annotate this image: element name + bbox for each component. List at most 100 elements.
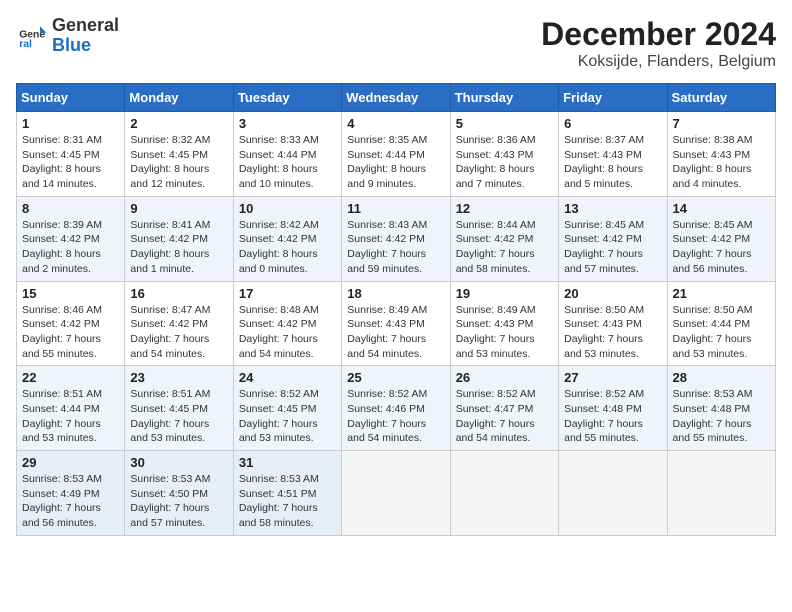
day-number: 21	[673, 286, 770, 301]
calendar-cell	[559, 451, 667, 536]
calendar-cell: 3Sunrise: 8:33 AMSunset: 4:44 PMDaylight…	[233, 112, 341, 197]
day-info: Sunrise: 8:48 AMSunset: 4:42 PMDaylight:…	[239, 303, 336, 362]
calendar-cell: 29 Sunrise: 8:53 AMSunset: 4:49 PMDayligh…	[17, 451, 125, 536]
day-number: 14	[673, 201, 770, 216]
calendar-cell: 9Sunrise: 8:41 AMSunset: 4:42 PMDaylight…	[125, 196, 233, 281]
calendar-cell: 27 Sunrise: 8:52 AMSunset: 4:48 PMDayligh…	[559, 366, 667, 451]
calendar-cell: 13 Sunrise: 8:45 AMSunset: 4:42 PMDayligh…	[559, 196, 667, 281]
logo-text: General Blue	[52, 16, 119, 56]
calendar-subtitle: Koksijde, Flanders, Belgium	[541, 53, 776, 71]
day-info: Sunrise: 8:44 AMSunset: 4:42 PMDaylight:…	[456, 218, 553, 277]
calendar-cell	[667, 451, 775, 536]
calendar-cell: 14 Sunrise: 8:45 AMSunset: 4:42 PMDayligh…	[667, 196, 775, 281]
day-number: 28	[673, 370, 770, 385]
day-number: 23	[130, 370, 227, 385]
calendar-title: December 2024	[541, 16, 776, 53]
day-number: 20	[564, 286, 661, 301]
day-info: Sunrise: 8:49 AMSunset: 4:43 PMDaylight:…	[347, 303, 444, 362]
calendar-cell: 22 Sunrise: 8:51 AMSunset: 4:44 PMDayligh…	[17, 366, 125, 451]
day-number: 13	[564, 201, 661, 216]
day-info: Sunrise: 8:53 AMSunset: 4:51 PMDaylight:…	[239, 472, 336, 531]
calendar-cell: 1Sunrise: 8:31 AMSunset: 4:45 PMDaylight…	[17, 112, 125, 197]
day-info: Sunrise: 8:31 AMSunset: 4:45 PMDaylight:…	[22, 133, 119, 192]
day-number: 10	[239, 201, 336, 216]
day-number: 18	[347, 286, 444, 301]
day-info: Sunrise: 8:35 AMSunset: 4:44 PMDaylight:…	[347, 133, 444, 192]
title-block: December 2024 Koksijde, Flanders, Belgiu…	[541, 16, 776, 71]
calendar-cell: 24 Sunrise: 8:52 AMSunset: 4:45 PMDayligh…	[233, 366, 341, 451]
day-number: 11	[347, 201, 444, 216]
week-row-1: 1Sunrise: 8:31 AMSunset: 4:45 PMDaylight…	[17, 112, 776, 197]
calendar-cell: 4 Sunrise: 8:35 AMSunset: 4:44 PMDaylight…	[342, 112, 450, 197]
calendar-cell: 18 Sunrise: 8:49 AMSunset: 4:43 PMDayligh…	[342, 281, 450, 366]
day-info: Sunrise: 8:38 AMSunset: 4:43 PMDaylight:…	[673, 133, 770, 192]
calendar-cell: 6 Sunrise: 8:37 AMSunset: 4:43 PMDaylight…	[559, 112, 667, 197]
calendar-cell: 26Sunrise: 8:52 AMSunset: 4:47 PMDayligh…	[450, 366, 558, 451]
weekday-header-monday: Monday	[125, 84, 233, 112]
day-info: Sunrise: 8:39 AMSunset: 4:42 PMDaylight:…	[22, 218, 119, 277]
calendar-cell: 16 Sunrise: 8:47 AMSunset: 4:42 PMDayligh…	[125, 281, 233, 366]
calendar-cell: 17Sunrise: 8:48 AMSunset: 4:42 PMDayligh…	[233, 281, 341, 366]
logo: Gene ral General Blue	[16, 16, 119, 56]
calendar-cell: 23Sunrise: 8:51 AMSunset: 4:45 PMDayligh…	[125, 366, 233, 451]
day-number: 19	[456, 286, 553, 301]
calendar-cell: 5 Sunrise: 8:36 AMSunset: 4:43 PMDaylight…	[450, 112, 558, 197]
day-info: Sunrise: 8:53 AMSunset: 4:50 PMDaylight:…	[130, 472, 227, 531]
day-number: 12	[456, 201, 553, 216]
calendar-cell: 7Sunrise: 8:38 AMSunset: 4:43 PMDaylight…	[667, 112, 775, 197]
day-number: 15	[22, 286, 119, 301]
day-info: Sunrise: 8:53 AMSunset: 4:49 PMDaylight:…	[22, 472, 119, 531]
calendar-cell	[450, 451, 558, 536]
day-number: 25	[347, 370, 444, 385]
calendar-cell: 12 Sunrise: 8:44 AMSunset: 4:42 PMDayligh…	[450, 196, 558, 281]
day-number: 4	[347, 116, 444, 131]
day-number: 22	[22, 370, 119, 385]
day-info: Sunrise: 8:45 AMSunset: 4:42 PMDaylight:…	[564, 218, 661, 277]
weekday-header-thursday: Thursday	[450, 84, 558, 112]
calendar-cell: 2 Sunrise: 8:32 AMSunset: 4:45 PMDaylight…	[125, 112, 233, 197]
day-info: Sunrise: 8:53 AMSunset: 4:48 PMDaylight:…	[673, 387, 770, 446]
day-info: Sunrise: 8:47 AMSunset: 4:42 PMDaylight:…	[130, 303, 227, 362]
calendar-cell: 21Sunrise: 8:50 AMSunset: 4:44 PMDayligh…	[667, 281, 775, 366]
day-info: Sunrise: 8:37 AMSunset: 4:43 PMDaylight:…	[564, 133, 661, 192]
calendar-cell: 8 Sunrise: 8:39 AMSunset: 4:42 PMDaylight…	[17, 196, 125, 281]
logo-icon: Gene ral	[16, 20, 48, 52]
day-info: Sunrise: 8:52 AMSunset: 4:45 PMDaylight:…	[239, 387, 336, 446]
day-info: Sunrise: 8:50 AMSunset: 4:43 PMDaylight:…	[564, 303, 661, 362]
day-number: 24	[239, 370, 336, 385]
svg-text:ral: ral	[19, 39, 32, 50]
day-number: 3	[239, 116, 336, 131]
week-row-5: 29 Sunrise: 8:53 AMSunset: 4:49 PMDayligh…	[17, 451, 776, 536]
calendar-cell: 20 Sunrise: 8:50 AMSunset: 4:43 PMDayligh…	[559, 281, 667, 366]
weekday-header-tuesday: Tuesday	[233, 84, 341, 112]
day-number: 27	[564, 370, 661, 385]
day-info: Sunrise: 8:32 AMSunset: 4:45 PMDaylight:…	[130, 133, 227, 192]
day-info: Sunrise: 8:36 AMSunset: 4:43 PMDaylight:…	[456, 133, 553, 192]
day-info: Sunrise: 8:45 AMSunset: 4:42 PMDaylight:…	[673, 218, 770, 277]
day-number: 6	[564, 116, 661, 131]
calendar-cell: 28 Sunrise: 8:53 AMSunset: 4:48 PMDayligh…	[667, 366, 775, 451]
day-number: 16	[130, 286, 227, 301]
week-row-2: 8 Sunrise: 8:39 AMSunset: 4:42 PMDaylight…	[17, 196, 776, 281]
calendar-cell: 15Sunrise: 8:46 AMSunset: 4:42 PMDayligh…	[17, 281, 125, 366]
day-number: 5	[456, 116, 553, 131]
day-number: 29	[22, 455, 119, 470]
day-info: Sunrise: 8:43 AMSunset: 4:42 PMDaylight:…	[347, 218, 444, 277]
weekday-header-sunday: Sunday	[17, 84, 125, 112]
day-info: Sunrise: 8:41 AMSunset: 4:42 PMDaylight:…	[130, 218, 227, 277]
page-header: Gene ral General Blue December 2024 Koks…	[16, 16, 776, 71]
day-number: 2	[130, 116, 227, 131]
weekday-header-saturday: Saturday	[667, 84, 775, 112]
calendar-cell: 25Sunrise: 8:52 AMSunset: 4:46 PMDayligh…	[342, 366, 450, 451]
day-info: Sunrise: 8:49 AMSunset: 4:43 PMDaylight:…	[456, 303, 553, 362]
day-info: Sunrise: 8:51 AMSunset: 4:44 PMDaylight:…	[22, 387, 119, 446]
day-info: Sunrise: 8:52 AMSunset: 4:47 PMDaylight:…	[456, 387, 553, 446]
day-number: 8	[22, 201, 119, 216]
day-info: Sunrise: 8:42 AMSunset: 4:42 PMDaylight:…	[239, 218, 336, 277]
calendar-table: SundayMondayTuesdayWednesdayThursdayFrid…	[16, 83, 776, 536]
day-info: Sunrise: 8:52 AMSunset: 4:48 PMDaylight:…	[564, 387, 661, 446]
calendar-cell: 10 Sunrise: 8:42 AMSunset: 4:42 PMDayligh…	[233, 196, 341, 281]
weekday-header-wednesday: Wednesday	[342, 84, 450, 112]
day-number: 31	[239, 455, 336, 470]
calendar-cell: 19 Sunrise: 8:49 AMSunset: 4:43 PMDayligh…	[450, 281, 558, 366]
